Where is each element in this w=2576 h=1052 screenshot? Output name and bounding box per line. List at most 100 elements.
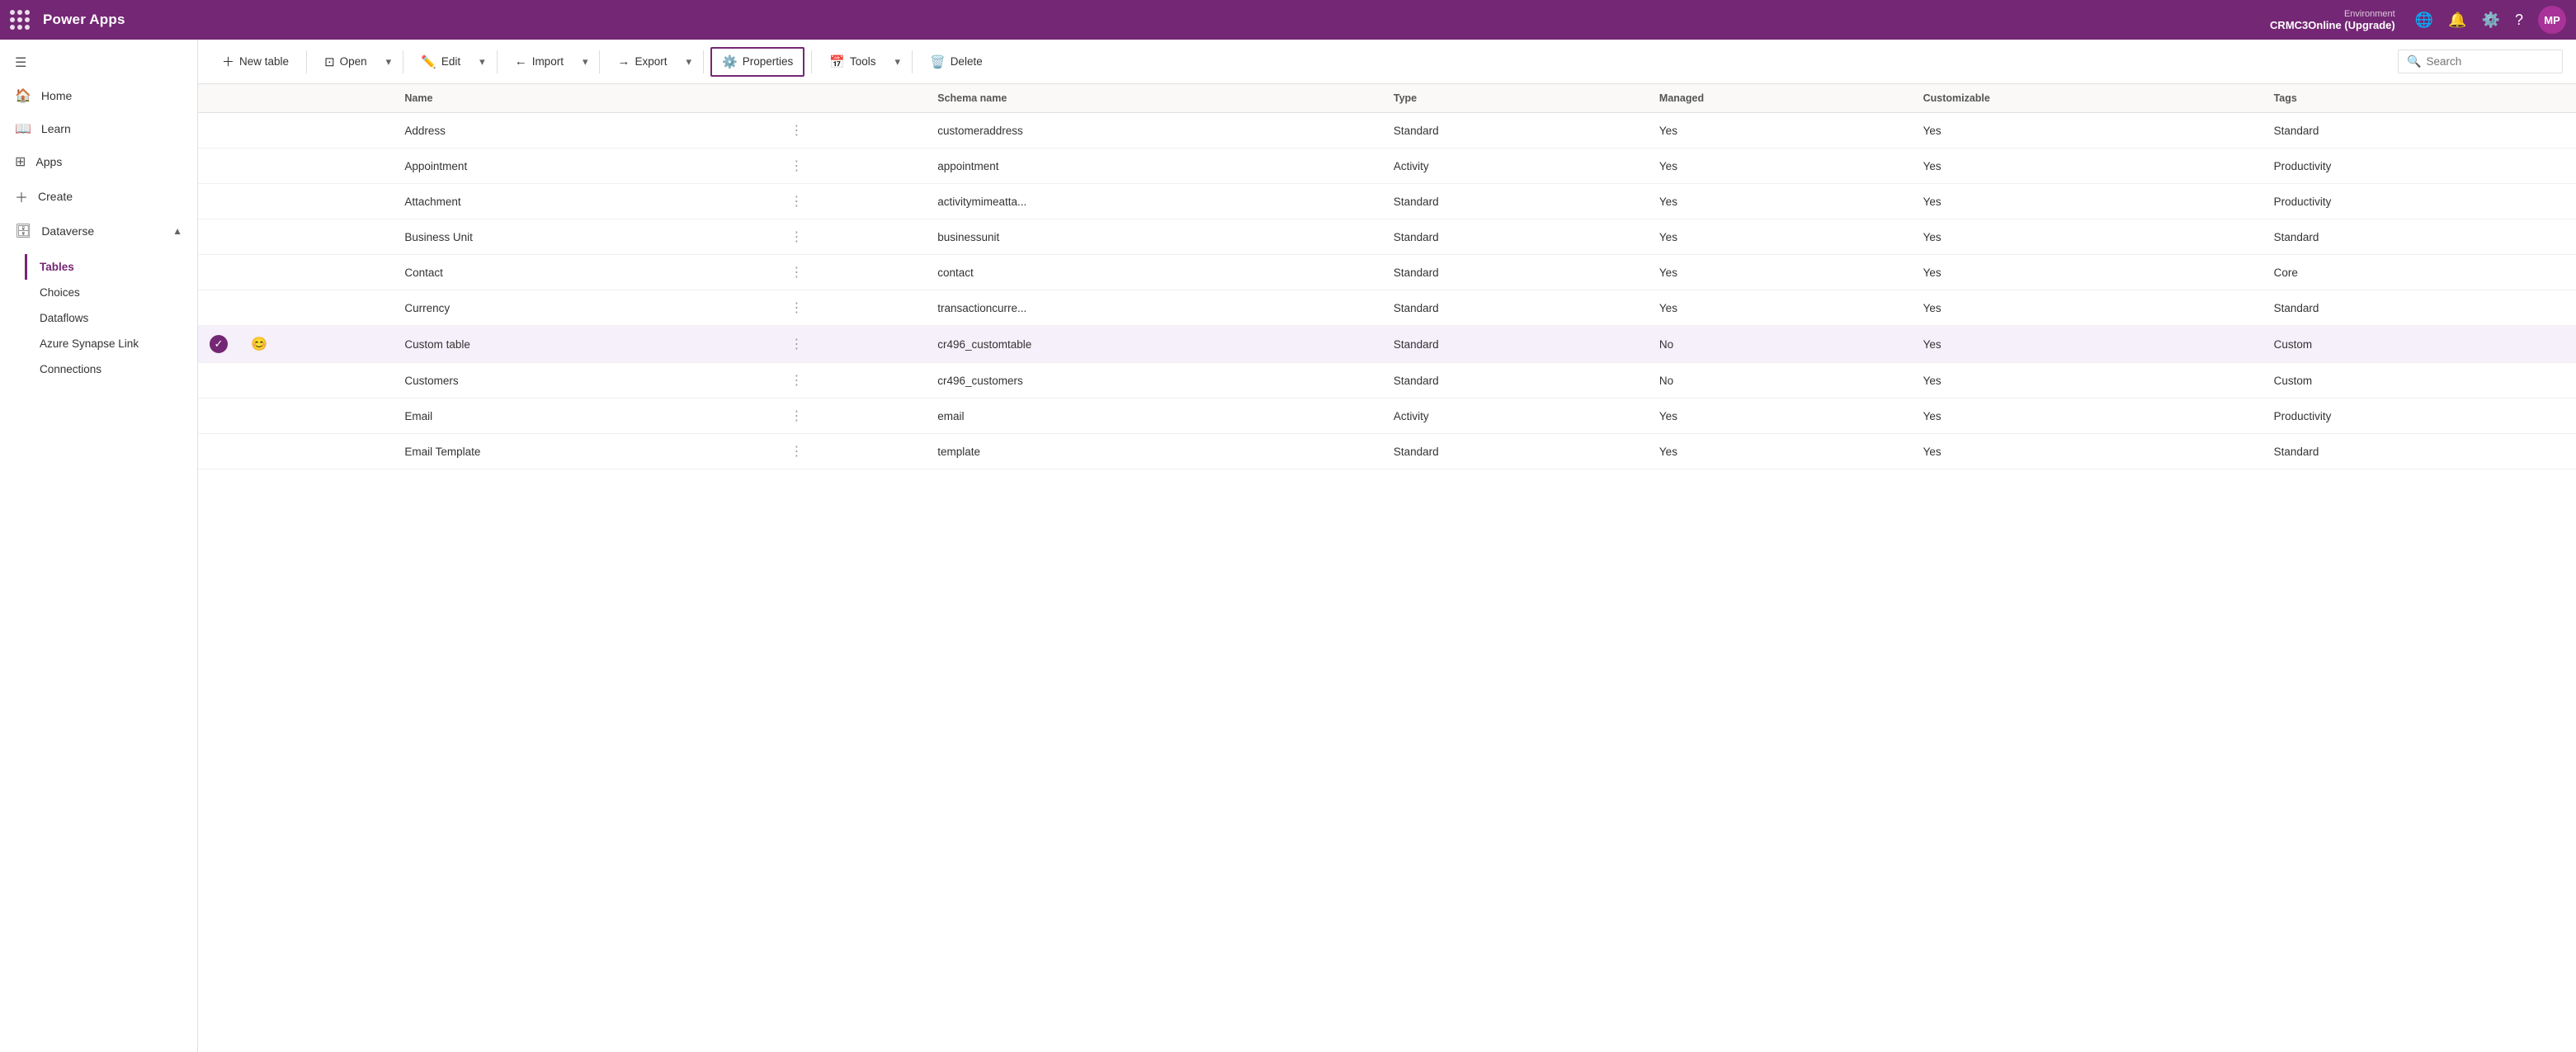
row-more-actions[interactable]: ⋮ bbox=[778, 326, 926, 363]
row-more-actions[interactable]: ⋮ bbox=[778, 184, 926, 219]
row-managed-cell: No bbox=[1648, 363, 1912, 399]
table-row[interactable]: Appointment ⋮ appointment Activity Yes Y… bbox=[198, 149, 2576, 184]
row-name-cell[interactable]: Address bbox=[393, 113, 778, 149]
row-name-cell[interactable]: Email Template bbox=[393, 434, 778, 469]
row-check-cell[interactable] bbox=[198, 399, 239, 434]
row-name-cell[interactable]: Custom table bbox=[393, 326, 778, 363]
row-check-cell[interactable] bbox=[198, 219, 239, 255]
table-row[interactable]: Customers ⋮ cr496_customers Standard No … bbox=[198, 363, 2576, 399]
environment-label: Environment bbox=[2344, 9, 2395, 19]
table-row[interactable]: Email ⋮ email Activity Yes Yes Productiv… bbox=[198, 399, 2576, 434]
table-row[interactable]: Contact ⋮ contact Standard Yes Yes Core bbox=[198, 255, 2576, 290]
export-dropdown-button[interactable]: ▾ bbox=[682, 50, 697, 74]
sidebar-item-connections[interactable]: Connections bbox=[25, 356, 197, 382]
row-name-cell[interactable]: Email bbox=[393, 399, 778, 434]
col-type[interactable]: Type bbox=[1382, 84, 1648, 113]
row-name-cell[interactable]: Appointment bbox=[393, 149, 778, 184]
col-customizable[interactable]: Customizable bbox=[1912, 84, 2262, 113]
app-launcher-button[interactable] bbox=[10, 10, 30, 30]
more-actions-icon[interactable]: ⋮ bbox=[790, 374, 804, 388]
sidebar-item-apps[interactable]: ⊞ Apps bbox=[0, 145, 197, 178]
sidebar-item-azure-synapse[interactable]: Azure Synapse Link bbox=[25, 331, 197, 356]
more-actions-icon[interactable]: ⋮ bbox=[790, 195, 804, 209]
more-actions-icon[interactable]: ⋮ bbox=[790, 266, 804, 280]
row-name-cell[interactable]: Customers bbox=[393, 363, 778, 399]
row-check-cell[interactable] bbox=[198, 113, 239, 149]
edit-dropdown-button[interactable]: ▾ bbox=[474, 50, 490, 74]
row-more-actions[interactable]: ⋮ bbox=[778, 399, 926, 434]
row-type-cell: Standard bbox=[1382, 113, 1648, 149]
import-dropdown-button[interactable]: ▾ bbox=[578, 50, 593, 74]
table-row[interactable]: Attachment ⋮ activitymimeatta... Standar… bbox=[198, 184, 2576, 219]
notifications-icon[interactable]: 🔔 bbox=[2448, 12, 2466, 29]
row-type-cell: Standard bbox=[1382, 326, 1648, 363]
sidebar-item-home[interactable]: 🏠 Home bbox=[0, 79, 197, 112]
row-emoji-icon: 😊 bbox=[251, 337, 267, 351]
table-row[interactable]: Email Template ⋮ template Standard Yes Y… bbox=[198, 434, 2576, 469]
row-check-cell[interactable] bbox=[198, 184, 239, 219]
table-row[interactable]: Currency ⋮ transactioncurre... Standard … bbox=[198, 290, 2576, 326]
col-name[interactable]: Name bbox=[393, 84, 778, 113]
properties-button[interactable]: ⚙️ Properties bbox=[710, 47, 804, 77]
sidebar-apps-label: Apps bbox=[35, 155, 62, 168]
sidebar-hamburger[interactable]: ☰ bbox=[0, 46, 197, 79]
more-actions-icon[interactable]: ⋮ bbox=[790, 124, 804, 138]
sidebar-item-learn[interactable]: 📖 Learn bbox=[0, 112, 197, 145]
help-icon[interactable]: ? bbox=[2515, 12, 2523, 29]
tools-dropdown-button[interactable]: ▾ bbox=[889, 50, 905, 74]
search-input[interactable] bbox=[2426, 55, 2550, 68]
open-button[interactable]: ⊡ Open bbox=[314, 48, 378, 76]
row-more-actions[interactable]: ⋮ bbox=[778, 363, 926, 399]
avatar[interactable]: MP bbox=[2538, 6, 2566, 34]
row-more-actions[interactable]: ⋮ bbox=[778, 255, 926, 290]
more-actions-icon[interactable]: ⋮ bbox=[790, 409, 804, 423]
hamburger-icon: ☰ bbox=[15, 54, 26, 71]
col-tags[interactable]: Tags bbox=[2262, 84, 2576, 113]
row-check-cell[interactable]: ✓ bbox=[198, 326, 239, 363]
globe-icon[interactable]: 🌐 bbox=[2415, 12, 2433, 29]
row-check-cell[interactable] bbox=[198, 290, 239, 326]
tools-button[interactable]: 📅 Tools bbox=[819, 48, 886, 76]
new-table-button[interactable]: ＋ New table bbox=[211, 46, 300, 77]
more-actions-icon[interactable]: ⋮ bbox=[790, 301, 804, 315]
edit-button[interactable]: ✏️ Edit bbox=[410, 48, 471, 76]
settings-icon[interactable]: ⚙️ bbox=[2482, 12, 2500, 29]
row-tags-cell: Core bbox=[2262, 255, 2576, 290]
row-more-actions[interactable]: ⋮ bbox=[778, 434, 926, 469]
row-more-actions[interactable]: ⋮ bbox=[778, 113, 926, 149]
table-row[interactable]: Address ⋮ customeraddress Standard Yes Y… bbox=[198, 113, 2576, 149]
sidebar-item-dataflows[interactable]: Dataflows bbox=[25, 305, 197, 331]
row-name-cell[interactable]: Contact bbox=[393, 255, 778, 290]
row-check-cell[interactable] bbox=[198, 149, 239, 184]
row-name-cell[interactable]: Business Unit bbox=[393, 219, 778, 255]
export-button[interactable]: → Export bbox=[606, 48, 677, 75]
row-name-cell[interactable]: Currency bbox=[393, 290, 778, 326]
row-more-actions[interactable]: ⋮ bbox=[778, 219, 926, 255]
delete-button[interactable]: 🗑️ Delete bbox=[919, 48, 993, 76]
import-button[interactable]: ← Import bbox=[504, 48, 574, 75]
more-actions-icon[interactable]: ⋮ bbox=[790, 230, 804, 244]
open-dropdown-button[interactable]: ▾ bbox=[381, 50, 397, 74]
row-more-actions[interactable]: ⋮ bbox=[778, 149, 926, 184]
sidebar-item-dataverse[interactable]: 🗄 Dataverse ▲ bbox=[0, 215, 197, 248]
col-managed[interactable]: Managed bbox=[1648, 84, 1912, 113]
row-name-cell[interactable]: Attachment bbox=[393, 184, 778, 219]
row-type-cell: Standard bbox=[1382, 255, 1648, 290]
more-actions-icon[interactable]: ⋮ bbox=[790, 337, 804, 351]
row-emoji-cell bbox=[239, 399, 393, 434]
more-actions-icon[interactable]: ⋮ bbox=[790, 159, 804, 173]
sidebar-item-choices[interactable]: Choices bbox=[25, 280, 197, 305]
row-check-cell[interactable] bbox=[198, 255, 239, 290]
row-type-cell: Activity bbox=[1382, 399, 1648, 434]
col-schema[interactable]: Schema name bbox=[926, 84, 1382, 113]
table-row[interactable]: ✓ 😊 Custom table ⋮ cr496_customtable Sta… bbox=[198, 326, 2576, 363]
table-row[interactable]: Business Unit ⋮ businessunit Standard Ye… bbox=[198, 219, 2576, 255]
check-circle: ✓ bbox=[210, 335, 228, 353]
sidebar-item-tables[interactable]: Tables bbox=[25, 254, 197, 280]
row-more-actions[interactable]: ⋮ bbox=[778, 290, 926, 326]
sidebar-nav: ☰ 🏠 Home 📖 Learn ⊞ Apps ＋ Create 🗄 bbox=[0, 40, 197, 395]
row-check-cell[interactable] bbox=[198, 363, 239, 399]
more-actions-icon[interactable]: ⋮ bbox=[790, 445, 804, 459]
row-check-cell[interactable] bbox=[198, 434, 239, 469]
sidebar-item-create[interactable]: ＋ Create bbox=[0, 178, 197, 215]
